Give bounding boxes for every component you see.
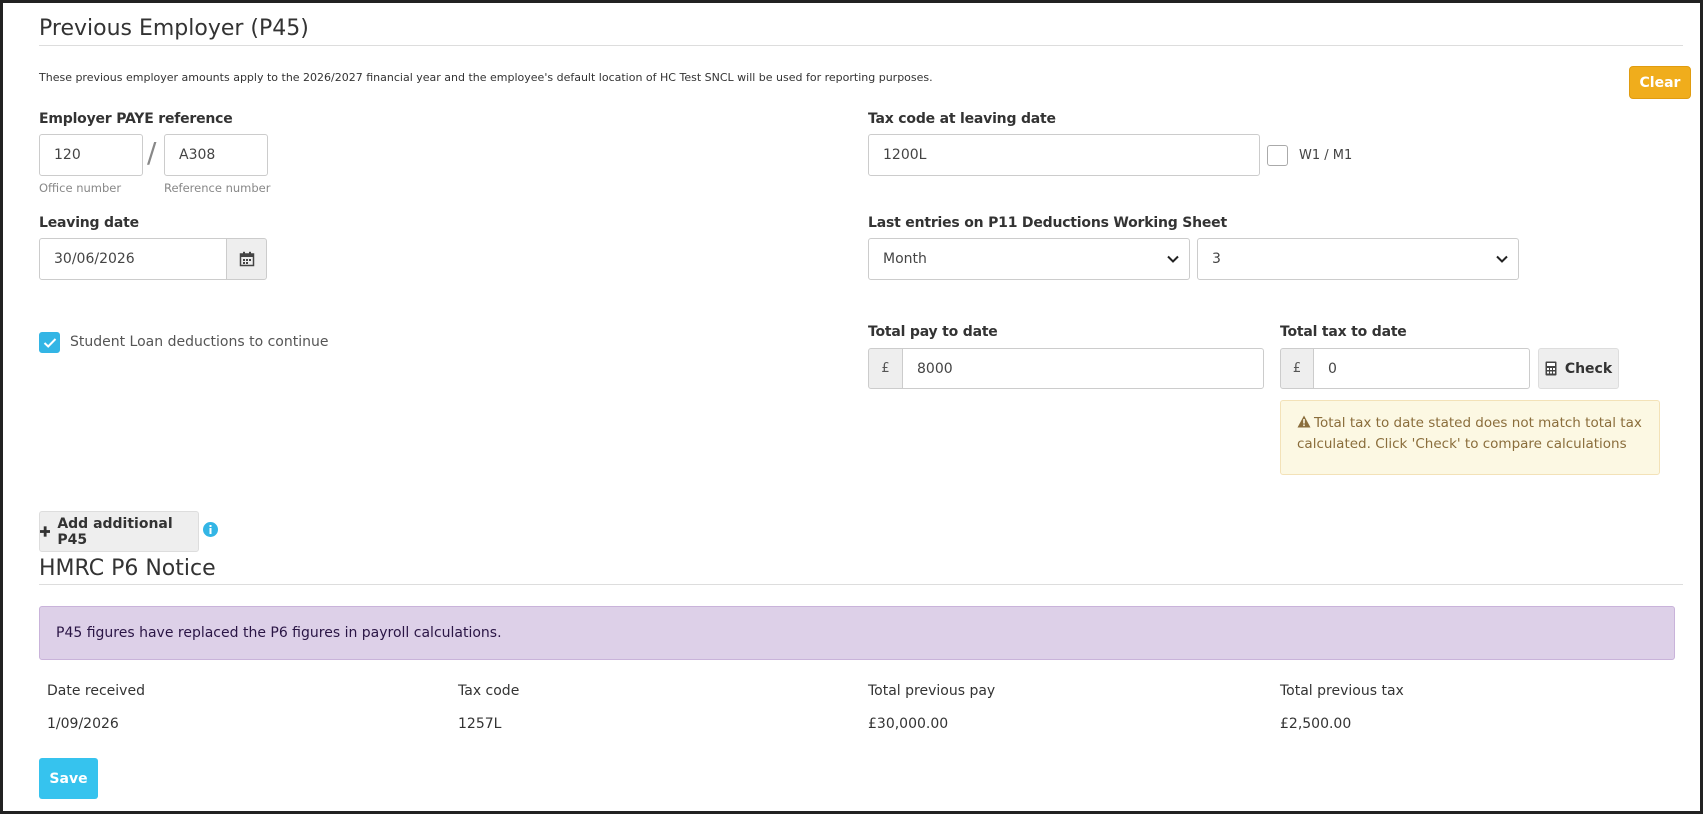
financial-year-info: These previous employer amounts apply to… — [39, 71, 933, 84]
reference-number-value: A308 — [179, 147, 216, 163]
tax-mismatch-warning: Total tax to date stated does not match … — [1280, 400, 1660, 475]
tax-currency-addon: £ — [1280, 348, 1314, 389]
section-divider — [39, 45, 1683, 46]
clear-button[interactable]: Clear — [1629, 66, 1691, 99]
cell-date-received: 1/09/2026 — [47, 716, 119, 732]
check-button-label: Check — [1564, 360, 1613, 377]
total-pay-value: 8000 — [917, 360, 953, 377]
reference-number-input[interactable]: A308 — [164, 134, 268, 176]
warning-text: Total tax to date stated does not match … — [1297, 415, 1642, 452]
total-tax-input[interactable]: 0 — [1313, 348, 1530, 389]
total-tax-value: 0 — [1328, 360, 1337, 377]
office-number-help: Office number — [39, 181, 122, 195]
column-tax-code: Tax code — [458, 683, 520, 699]
tax-code-input[interactable]: 1200L — [868, 134, 1260, 176]
period-number-value: 3 — [1212, 251, 1221, 267]
p6-section-title: HMRC P6 Notice — [39, 556, 216, 581]
cell-total-previous-tax: £2,500.00 — [1280, 716, 1352, 732]
cell-total-previous-pay: £30,000.00 — [868, 716, 949, 732]
tax-code-value: 1200L — [883, 147, 927, 163]
column-total-previous-tax: Total previous tax — [1280, 683, 1404, 699]
leaving-date-value: 30/06/2026 — [54, 251, 135, 267]
w1m1-checkbox[interactable] — [1267, 145, 1288, 166]
period-number-select[interactable]: 3 — [1197, 238, 1519, 280]
p45-section-title: Previous Employer (P45) — [39, 16, 309, 41]
pay-currency-addon: £ — [868, 348, 903, 389]
w1m1-label: W1 / M1 — [1299, 148, 1353, 163]
tax-code-label: Tax code at leaving date — [868, 111, 1056, 127]
check-button[interactable]: Check — [1538, 348, 1619, 389]
chevron-down-icon — [1167, 255, 1179, 263]
info-icon[interactable] — [203, 522, 218, 537]
column-date-received: Date received — [47, 683, 145, 699]
employer-paye-label: Employer PAYE reference — [39, 111, 233, 127]
office-number-input[interactable]: 120 — [39, 134, 143, 176]
check-icon — [43, 337, 56, 348]
p6-replaced-notice: P45 figures have replaced the P6 figures… — [39, 606, 1675, 660]
calendar-button[interactable] — [226, 238, 267, 280]
chevron-down-icon — [1496, 255, 1508, 263]
paye-separator: / — [147, 136, 157, 169]
column-total-previous-pay: Total previous pay — [868, 683, 996, 699]
period-type-value: Month — [883, 251, 927, 267]
calendar-icon — [239, 251, 254, 267]
office-number-value: 120 — [54, 147, 81, 163]
total-pay-label: Total pay to date — [868, 324, 998, 340]
section-divider — [39, 584, 1683, 585]
save-button[interactable]: Save — [39, 758, 98, 799]
total-pay-input[interactable]: 8000 — [902, 348, 1264, 389]
student-loan-checkbox[interactable] — [39, 332, 60, 353]
add-additional-p45-label: Add additional P45 — [57, 515, 173, 548]
reference-number-help: Reference number — [164, 181, 271, 195]
add-additional-p45-button[interactable]: Add additional P45 — [39, 511, 199, 552]
period-type-select[interactable]: Month — [868, 238, 1190, 280]
warning-icon — [1297, 415, 1311, 428]
calculator-icon — [1545, 361, 1557, 376]
leaving-date-input[interactable]: 30/06/2026 — [39, 238, 227, 280]
last-entries-label: Last entries on P11 Deductions Working S… — [868, 215, 1227, 231]
plus-icon — [40, 526, 51, 537]
total-tax-label: Total tax to date — [1280, 324, 1407, 340]
student-loan-label: Student Loan deductions to continue — [70, 334, 329, 350]
leaving-date-label: Leaving date — [39, 215, 139, 231]
cell-tax-code: 1257L — [458, 716, 502, 732]
